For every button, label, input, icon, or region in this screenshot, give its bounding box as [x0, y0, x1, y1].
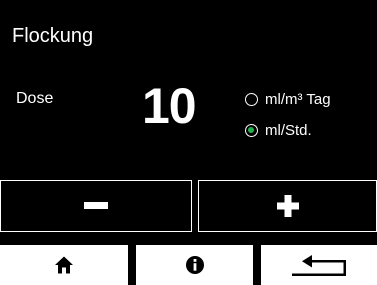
info-button[interactable]: [136, 245, 253, 285]
radio-selected-icon[interactable]: [245, 123, 258, 137]
unit-option-label: ml/m³ Tag: [265, 90, 331, 108]
return-arrow-icon: [292, 255, 346, 276]
unit-option-ml-hour[interactable]: ml/Std.: [245, 119, 312, 141]
increment-button[interactable]: [198, 180, 377, 232]
plus-icon: [276, 195, 299, 217]
home-button[interactable]: [0, 245, 128, 285]
decrement-button[interactable]: [0, 180, 192, 232]
radio-unselected-icon[interactable]: [245, 92, 258, 106]
page-title: Flockung: [12, 25, 94, 47]
return-button[interactable]: [261, 245, 377, 285]
home-icon: [55, 256, 73, 274]
unit-option-ml-m3-day[interactable]: ml/m³ Tag: [245, 88, 331, 110]
minus-icon: [84, 202, 108, 209]
info-icon: [185, 256, 204, 274]
dose-value: 10: [142, 78, 197, 134]
dose-label: Dose: [16, 90, 54, 107]
unit-option-label: ml/Std.: [265, 121, 312, 139]
